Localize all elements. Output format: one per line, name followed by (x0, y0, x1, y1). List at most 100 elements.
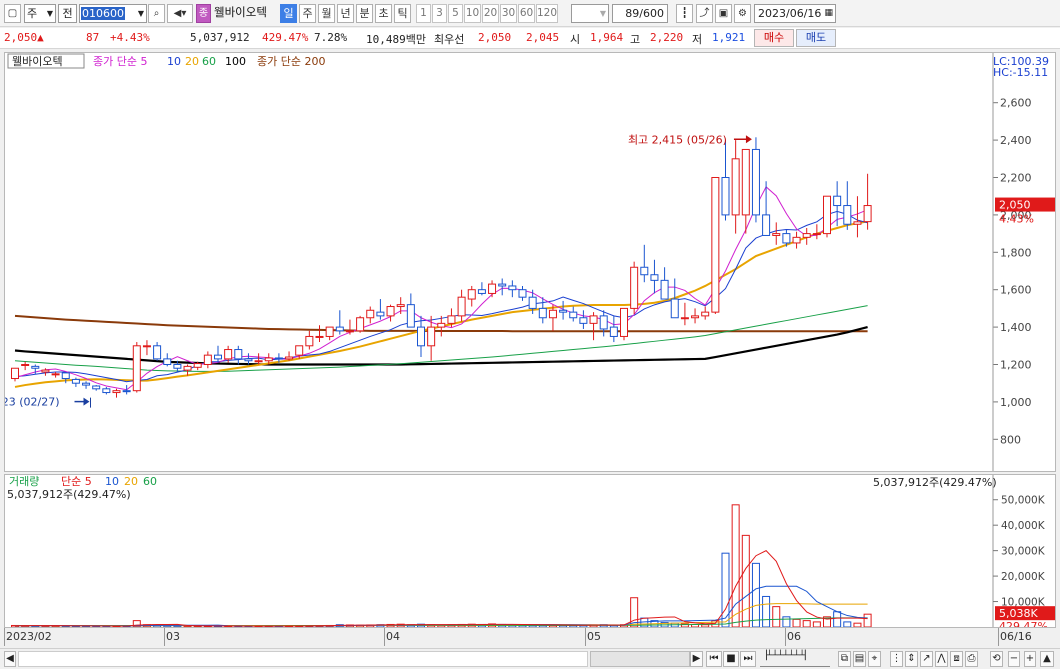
candle-body (599, 315, 608, 330)
triangle-up-icon[interactable]: ▲ (1040, 651, 1054, 667)
candle-body (122, 390, 131, 393)
pattern-icon[interactable]: ⋀ (935, 651, 948, 667)
stop-icon[interactable]: ■ (723, 651, 739, 667)
tick-20[interactable]: 20 (482, 4, 499, 23)
high-arrow-icon (745, 135, 752, 144)
candle-body (295, 345, 304, 356)
date-label: 05 (587, 630, 601, 643)
candle-body (61, 372, 70, 380)
line-tool-icon[interactable]: ⤴ (696, 4, 713, 23)
speaker-icon[interactable]: ◀▾ (167, 4, 193, 23)
candle-body (437, 322, 446, 328)
window-icon[interactable]: ▢ (4, 4, 21, 23)
arrange-icon[interactable]: ⇕ (905, 651, 918, 667)
legend-ma: 100 (225, 55, 246, 68)
vol-ma-line-ma5 (14, 550, 868, 627)
first-page-icon[interactable]: ⏮ (706, 651, 722, 667)
gear-icon[interactable]: ⚙ (734, 4, 751, 23)
date-input[interactable]: 2023/06/16 ▦ (754, 4, 836, 23)
data-count: 89/600 (612, 4, 668, 23)
volume-bar (802, 620, 811, 628)
tick-3[interactable]: 3 (432, 4, 447, 23)
tick-5[interactable]: 5 (448, 4, 463, 23)
range-select[interactable]: 전 (58, 4, 77, 23)
sell-button[interactable]: 매도 (796, 29, 836, 47)
tick-120[interactable]: 120 (536, 4, 558, 23)
market-label: 주 (27, 7, 38, 20)
custom-period-select[interactable]: ▼ (571, 4, 609, 23)
horizontal-scrollbar[interactable] (18, 651, 588, 667)
period-4[interactable]: 분 (356, 4, 373, 23)
candle-body (163, 358, 172, 366)
open-label: 시 (570, 33, 581, 46)
period-5[interactable]: 초 (375, 4, 392, 23)
tick-10[interactable]: 10 (464, 4, 481, 23)
overlay-icon[interactable]: ⧉ (838, 651, 851, 667)
compare-icon[interactable]: ⧈ (950, 651, 963, 667)
period-2[interactable]: 월 (318, 4, 335, 23)
search-icon[interactable]: ⌕ (148, 4, 165, 23)
scroll-right-icon[interactable]: ▶ (690, 651, 703, 667)
candle-body (315, 335, 324, 338)
tick-1[interactable]: 1 (416, 4, 431, 23)
volume-bar (833, 611, 842, 628)
candle-body (102, 388, 111, 394)
save-icon[interactable]: ▣ (715, 4, 732, 23)
candle-body (579, 317, 588, 324)
price-chart-panel[interactable]: 2,600 2,400 2,200 2,000 1,800 1,600 1,400 1,200… (0, 52, 1056, 472)
high-label: 고 (630, 33, 641, 46)
candle-body (447, 315, 456, 324)
zoom-out-icon[interactable]: − (1008, 651, 1020, 667)
candle-body (548, 309, 557, 319)
print-icon[interactable]: ⎙ (965, 651, 978, 667)
low-label: 저 (692, 33, 703, 46)
chevron-down-icon: ▼ (599, 9, 606, 18)
period-6[interactable]: 틱 (394, 4, 411, 23)
high-annotation: 최고 2,415 (05/26) (628, 133, 727, 146)
market-select[interactable]: 주 ▼ (24, 4, 56, 23)
group-badge-icon[interactable]: 종 (196, 4, 211, 23)
period-0[interactable]: 일 (280, 4, 297, 23)
period-3[interactable]: 년 (337, 4, 354, 23)
vol-y-tick-label: 50,000K (1001, 495, 1046, 507)
tick-60[interactable]: 60 (518, 4, 535, 23)
candle-body (508, 285, 517, 291)
period-1[interactable]: 주 (299, 4, 316, 23)
date-label: 03 (166, 630, 180, 643)
crosshair-icon[interactable]: ⌖ (868, 651, 881, 667)
reset-icon[interactable]: ⟲ (990, 651, 1003, 667)
scroll-thumb[interactable] (590, 651, 690, 667)
vol-y-tick-label: 40,000K (1001, 520, 1046, 532)
volume-chart-panel[interactable]: 50,000K 40,000K 30,000K 20,000K 10,000K 거래량 단순… (4, 474, 1056, 633)
vol-legend-ma: 20 (124, 475, 138, 488)
candle-body (782, 233, 791, 244)
trade-amount: 10,489백만 (366, 33, 426, 46)
price-chart[interactable]: 2,6002,4002,2002,0001,8001,6001,4001,200… (0, 53, 1055, 471)
zoom-slider[interactable]: ▕┴┴┴┴┴┴┴▏ (760, 651, 830, 667)
split-icon[interactable]: ⋮ (890, 651, 903, 667)
candle-body (153, 345, 162, 360)
grid-icon[interactable]: ▤ (853, 651, 866, 667)
date-tick (164, 628, 165, 646)
stock-code-input[interactable]: 010600 ▼ (79, 4, 147, 23)
volume-chart[interactable]: 50,000K40,000K30,000K20,000K10,000K거래량 단순… (5, 475, 1055, 633)
last-volume-pct: 429.47% (999, 620, 1048, 627)
candle-body (538, 307, 547, 319)
candle-body (467, 289, 476, 300)
last-page-icon[interactable]: ⏭ (740, 651, 756, 667)
candle-body (82, 382, 91, 386)
scroll-left-icon[interactable]: ◀ (4, 651, 16, 667)
candle-icon[interactable]: ┇ (676, 4, 693, 23)
date-label: 06/16 (1000, 630, 1032, 643)
candle-body (305, 335, 314, 347)
low-price: 1,921 (712, 31, 746, 44)
trend-icon[interactable]: ↗ (920, 651, 933, 667)
candle-body (650, 274, 659, 281)
candle-body (812, 233, 821, 236)
candle-body (203, 354, 212, 365)
buy-button[interactable]: 매수 (754, 29, 794, 47)
y-tick-label: 1,800 (1000, 246, 1032, 259)
zoom-in-icon[interactable]: + (1024, 651, 1036, 667)
candle-body (670, 298, 679, 319)
tick-30[interactable]: 30 (500, 4, 517, 23)
